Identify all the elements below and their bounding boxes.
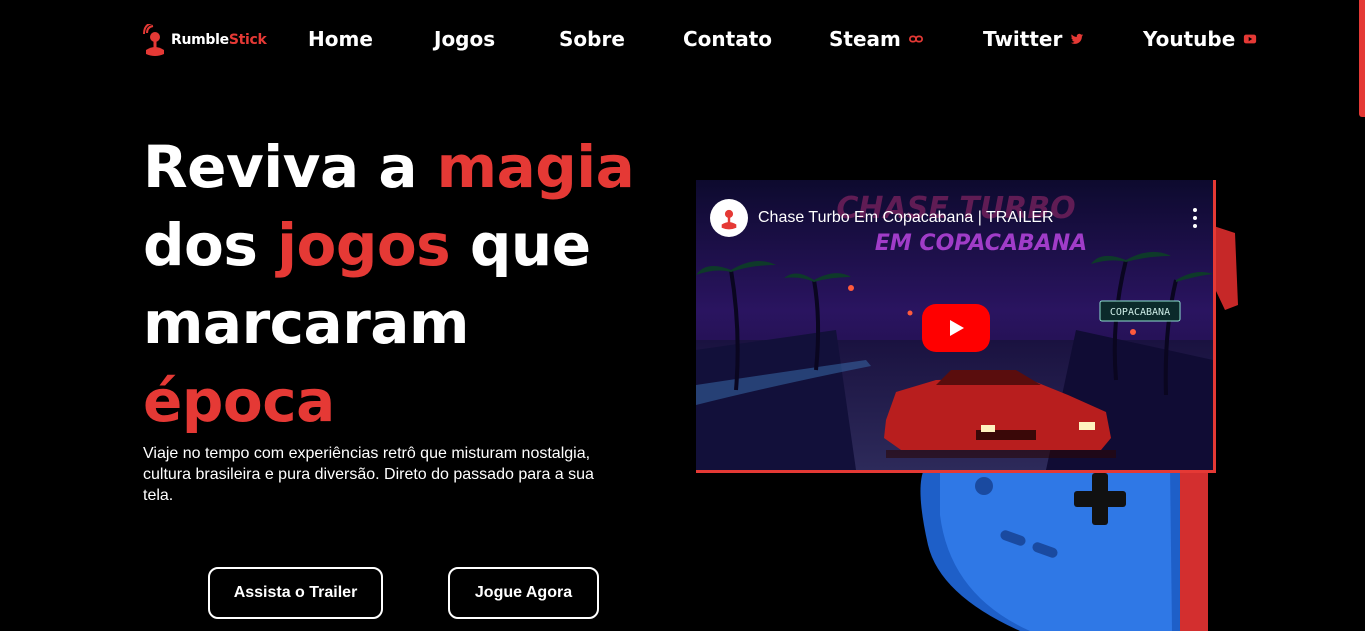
video-header-bar: Chase Turbo Em Copacabana | TRAILER [710,198,1199,238]
play-video-button[interactable] [922,304,990,352]
youtube-icon [1244,34,1257,44]
nav-contato-label: Contato [683,27,773,51]
brand-logo[interactable]: RumbleStick [143,24,267,56]
nav-jogos[interactable]: Jogos [434,26,495,52]
watch-trailer-button[interactable]: Assista o Trailer [208,567,383,619]
nav-sobre-label: Sobre [559,27,625,51]
more-options-icon[interactable] [1191,208,1199,228]
twitter-icon [1071,33,1084,44]
nav-jogos-label: Jogos [434,27,496,51]
joystick-logo-icon [143,24,164,56]
joystick-avatar-icon [721,209,737,230]
channel-avatar[interactable] [710,199,748,237]
nav-twitter-label: Twitter [983,27,1063,51]
nav-youtube[interactable]: Youtube [1143,26,1257,52]
nav-steam[interactable]: Steam [829,26,923,52]
hero-subtitle: Viaje no tempo com experiências retrô qu… [143,445,594,504]
play-now-button[interactable]: Jogue Agora [448,567,599,619]
site-header: RumbleStick Home Jogos Sobre Contato Ste… [0,0,1365,80]
link-icon [908,35,923,43]
trailer-video-player[interactable]: CHASE TURBO EM COPACABANA COPACABANA Cha… [696,180,1216,473]
play-icon [950,320,964,336]
nav-sobre[interactable]: Sobre [559,26,625,52]
video-title-link[interactable]: Chase Turbo Em Copacabana | TRAILER [758,209,1181,227]
svg-text:COPACABANA: COPACABANA [1110,307,1170,318]
nav-twitter[interactable]: Twitter [983,26,1084,52]
nav-contato[interactable]: Contato [683,26,772,52]
nav-youtube-label: Youtube [1143,27,1236,51]
nav-home[interactable]: Home [308,26,373,52]
nav-steam-label: Steam [829,27,901,51]
brand-name: RumbleStick [171,32,267,48]
nav-home-label: Home [308,27,373,51]
hero-title: Reviva a magia dos jogos que marcaram ép… [143,133,635,435]
